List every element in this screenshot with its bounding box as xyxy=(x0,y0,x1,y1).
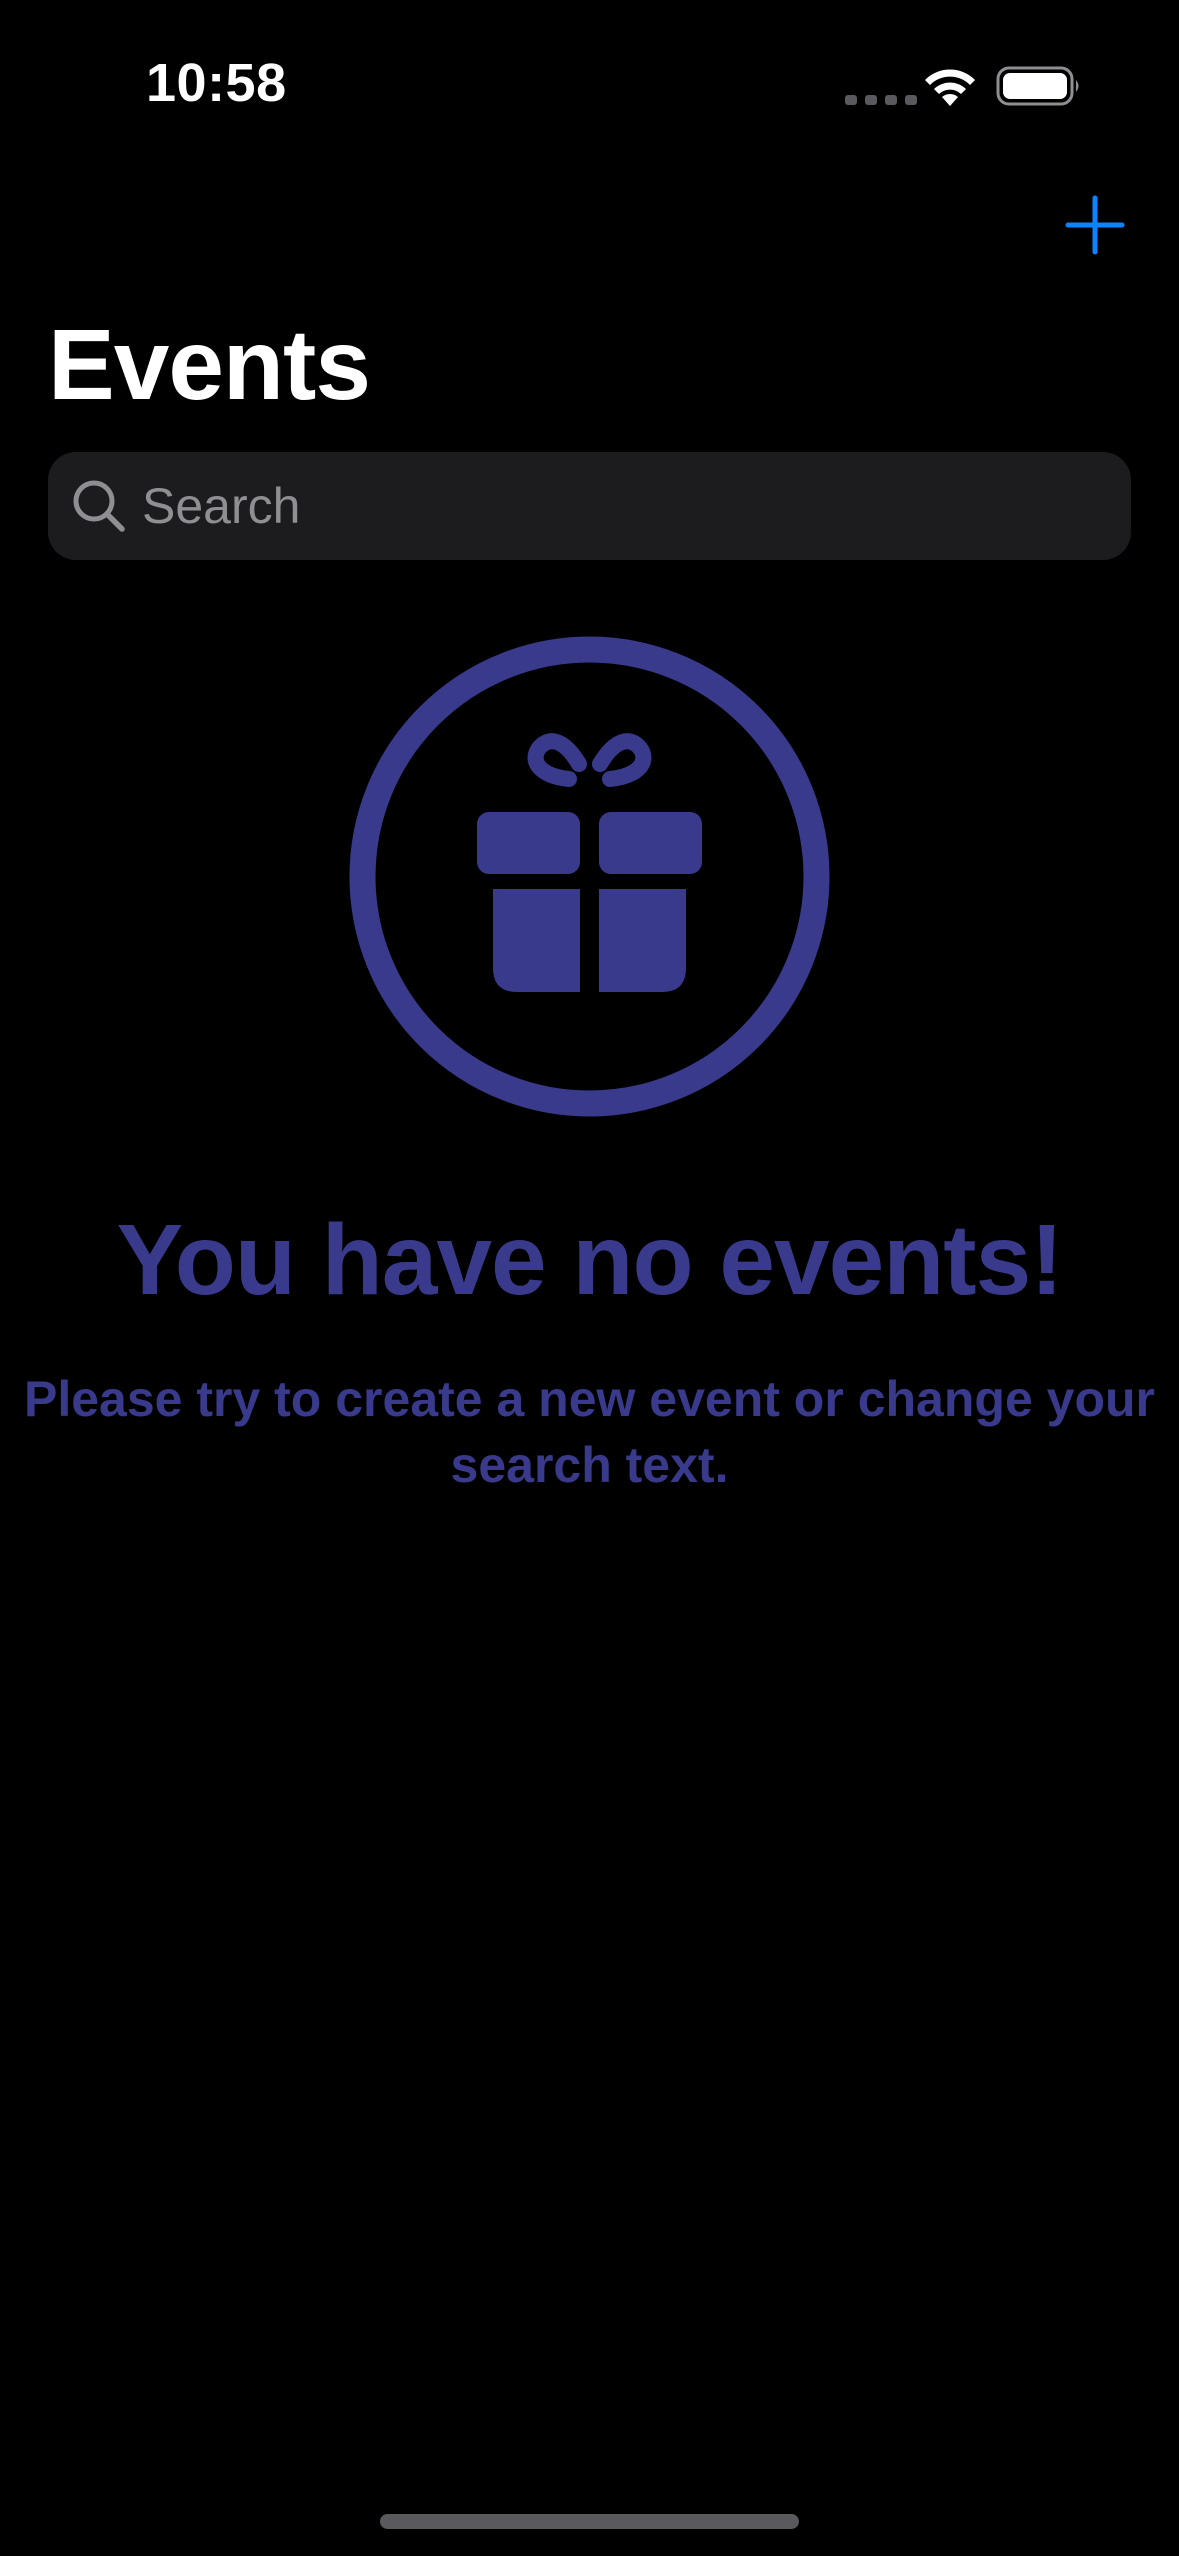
status-bar: 10:58 xyxy=(0,0,1179,175)
search-bar[interactable] xyxy=(48,452,1131,560)
gift-icon xyxy=(349,636,830,1117)
empty-state-message: Please try to create a new event or chan… xyxy=(23,1371,1155,1493)
plus-icon xyxy=(1065,195,1125,255)
status-time: 10:58 xyxy=(146,53,287,113)
add-event-button[interactable] xyxy=(1060,190,1130,260)
search-input[interactable] xyxy=(142,452,1102,560)
wifi-icon xyxy=(925,69,975,106)
battery-icon xyxy=(996,66,1079,106)
page-title: Events xyxy=(48,309,371,421)
home-indicator[interactable] xyxy=(380,2514,799,2529)
cellular-signal-icon xyxy=(845,95,917,105)
empty-state-title: You have no events! xyxy=(116,1204,1063,1316)
magnifying-glass-icon xyxy=(73,480,125,532)
